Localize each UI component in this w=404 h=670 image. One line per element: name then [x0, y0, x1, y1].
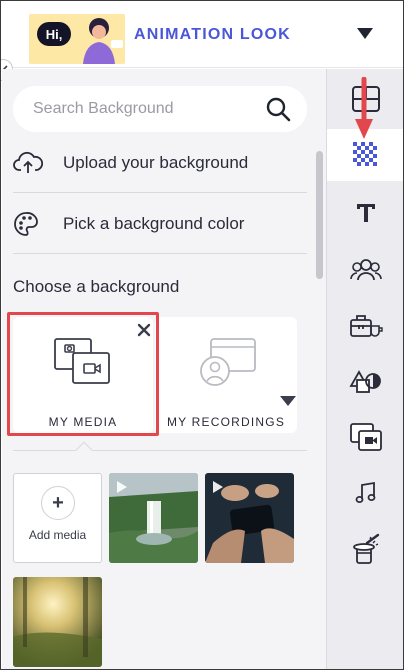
search-input[interactable] [33, 98, 253, 120]
play-icon [213, 481, 223, 493]
characters-icon [350, 259, 382, 281]
animation-look-thumbnail[interactable]: Hi, [29, 14, 125, 64]
shapes-icon [349, 370, 381, 393]
tool-props[interactable] [327, 299, 403, 351]
scrollbar[interactable] [316, 151, 323, 279]
palette-icon [13, 211, 53, 237]
play-icon [117, 481, 127, 493]
tool-media[interactable] [327, 411, 403, 463]
upload-background-row[interactable]: Upload your background [13, 133, 307, 193]
media-icon [350, 423, 382, 451]
tools-sidebar [326, 69, 403, 669]
props-icon [350, 315, 383, 337]
tool-audio[interactable] [327, 467, 403, 519]
tool-effects[interactable] [327, 523, 403, 575]
search-box [13, 86, 307, 132]
text-icon [357, 204, 375, 222]
forest-sunlight-thumbnail [13, 577, 102, 667]
hi-speech-bubble: Hi, [37, 22, 71, 46]
pick-color-row[interactable]: Pick a background color [13, 194, 307, 254]
my-recordings-label: MY RECORDINGS [166, 415, 286, 429]
header: Hi, ANIMATION LOOK [2, 2, 403, 68]
add-media-button[interactable]: + Add media [13, 473, 102, 563]
add-media-label: Add media [28, 528, 87, 542]
cloud-upload-icon [13, 150, 53, 176]
recordings-icon [200, 338, 256, 386]
tool-shapes[interactable] [327, 355, 403, 407]
background-icon [353, 142, 379, 168]
magic-hat-icon [353, 533, 380, 564]
tool-characters[interactable] [327, 243, 403, 295]
media-item-hands-phone[interactable] [205, 473, 294, 563]
upload-background-label: Upload your background [63, 152, 249, 172]
character-illustration [83, 18, 123, 64]
dropdown-caret-icon[interactable] [357, 28, 373, 39]
my-recordings-tile[interactable]: MY RECORDINGS [155, 317, 297, 433]
app-frame: Hi, ANIMATION LOOK Search Background Upl… [0, 0, 404, 670]
media-item-forest-sunlight[interactable] [13, 577, 102, 667]
selection-highlight [7, 312, 159, 436]
background-panel: Upload your background Pick a background… [2, 69, 326, 669]
red-arrow-annotation [355, 77, 373, 139]
music-note-icon [355, 481, 376, 503]
selection-notch [75, 441, 93, 459]
search-icon[interactable] [265, 96, 291, 122]
tool-text[interactable] [327, 187, 403, 239]
divider [13, 450, 307, 451]
plus-icon: + [41, 486, 75, 520]
pick-color-label: Pick a background color [63, 213, 245, 233]
choose-background-heading: Choose a background [13, 277, 180, 296]
animation-look-title[interactable]: ANIMATION LOOK [134, 26, 291, 44]
media-item-waterfall[interactable] [109, 473, 198, 563]
more-options-caret-icon[interactable] [280, 396, 296, 406]
